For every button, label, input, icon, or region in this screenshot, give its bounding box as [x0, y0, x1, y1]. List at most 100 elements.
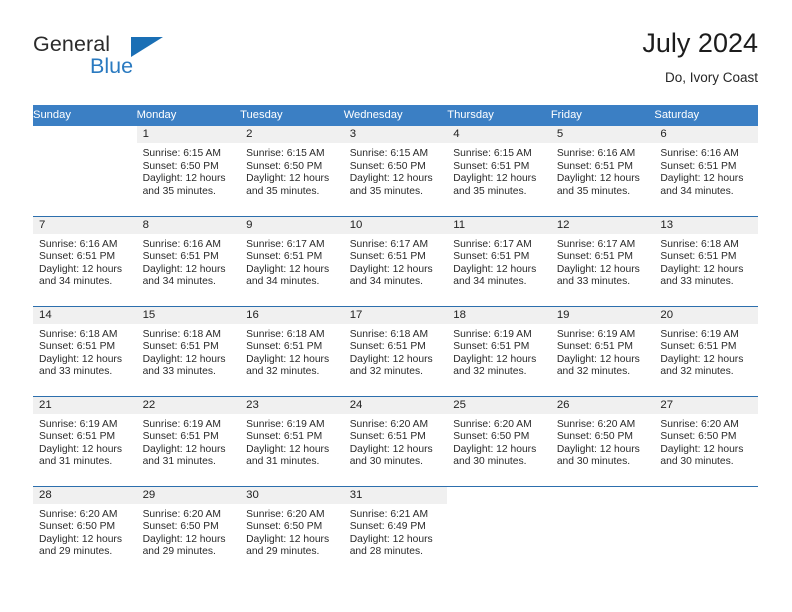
- day-details: Sunrise: 6:16 AM Sunset: 6:51 PM Daylight:…: [137, 234, 241, 289]
- weekday-header-tuesday: Tuesday: [240, 105, 344, 126]
- day-number: 1: [136, 126, 241, 143]
- sunset-text: Sunset: 6:50 PM: [246, 160, 323, 172]
- day-number: 6: [654, 126, 758, 143]
- day-cell-inner: 28 Sunrise: 6:20 AM Sunset: 6:50 PM Dayligh…: [33, 486, 137, 577]
- brand-name-blue: Blue: [90, 54, 134, 78]
- day-details: Sunrise: 6:17 AM Sunset: 6:51 PM Daylight:…: [447, 234, 551, 289]
- calendar-day-cell[interactable]: 1 Sunrise: 6:15 AM Sunset: 6:50 PM Daylight…: [136, 126, 241, 216]
- calendar-day-cell[interactable]: 9 Sunrise: 6:17 AM Sunset: 6:51 PM Daylight…: [240, 215, 344, 306]
- calendar-day-cell[interactable]: 2 Sunrise: 6:15 AM Sunset: 6:50 PM Daylight…: [240, 126, 344, 216]
- daylight-text-line2: and 33 minutes.: [39, 366, 113, 378]
- daylight-text-line1: Daylight: 12 hours: [39, 443, 122, 455]
- sunrise-text: Sunrise: 6:18 AM: [39, 328, 118, 340]
- sunrise-text: Sunrise: 6:19 AM: [246, 418, 325, 430]
- calendar-day-cell[interactable]: 6 Sunrise: 6:16 AM Sunset: 6:51 PM Daylight…: [654, 126, 758, 216]
- day-details: Sunrise: 6:20 AM Sunset: 6:50 PM Daylight:…: [654, 414, 758, 469]
- calendar-day-cell[interactable]: 20 Sunrise: 6:19 AM Sunset: 6:51 PM Dayligh…: [654, 305, 758, 396]
- calendar-day-cell[interactable]: 4 Sunrise: 6:15 AM Sunset: 6:51 PM Daylight…: [447, 126, 551, 216]
- daylight-text-line2: and 34 minutes.: [39, 276, 113, 288]
- daylight-text-line1: Daylight: 12 hours: [556, 173, 640, 185]
- calendar-day-cell[interactable]: 19 Sunrise: 6:19 AM Sunset: 6:51 PM Dayligh…: [550, 305, 655, 396]
- calendar-day-cell[interactable]: 3 Sunrise: 6:15 AM Sunset: 6:50 PM Daylight…: [343, 126, 448, 216]
- day-cell-inner: 20 Sunrise: 6:19 AM Sunset: 6:51 PM Dayligh…: [654, 306, 758, 396]
- calendar-day-cell[interactable]: 22 Sunrise: 6:19 AM Sunset: 6:51 PM Dayligh…: [136, 395, 241, 486]
- day-number: 27: [654, 396, 758, 414]
- daylight-text-line2: and 30 minutes.: [556, 456, 631, 468]
- daylight-text-line1: Daylight: 12 hours: [39, 533, 122, 545]
- sunrise-text: Sunrise: 6:19 AM: [556, 328, 636, 340]
- calendar-day-cell[interactable]: 15 Sunrise: 6:18 AM Sunset: 6:51 PM Dayligh…: [136, 305, 241, 396]
- day-cell-inner: 19 Sunrise: 6:19 AM Sunset: 6:51 PM Dayligh…: [550, 306, 655, 396]
- day-details: Sunrise: 6:16 AM Sunset: 6:51 PM Daylight:…: [33, 234, 137, 289]
- calendar-day-cell[interactable]: 12 Sunrise: 6:17 AM Sunset: 6:51 PM Dayligh…: [550, 215, 655, 306]
- calendar-day-cell[interactable]: 27 Sunrise: 6:20 AM Sunset: 6:50 PM Dayligh…: [654, 395, 758, 486]
- calendar-day-cell[interactable]: 14 Sunrise: 6:18 AM Sunset: 6:51 PM Dayligh…: [33, 305, 137, 396]
- calendar-day-cell: [33, 126, 137, 216]
- weekday-header-sunday: Sunday: [33, 105, 137, 126]
- daylight-text-line2: and 34 minutes.: [453, 276, 527, 288]
- day-cell-inner: 1 Sunrise: 6:15 AM Sunset: 6:50 PM Daylight…: [136, 126, 241, 216]
- calendar-day-cell[interactable]: 23 Sunrise: 6:19 AM Sunset: 6:51 PM Dayligh…: [240, 395, 344, 486]
- calendar-day-cell[interactable]: 25 Sunrise: 6:20 AM Sunset: 6:50 PM Dayligh…: [447, 395, 551, 486]
- daylight-text-line2: and 30 minutes.: [660, 456, 734, 468]
- sunset-text: Sunset: 6:51 PM: [660, 341, 737, 353]
- day-cell-inner: 12 Sunrise: 6:17 AM Sunset: 6:51 PM Dayligh…: [550, 216, 655, 306]
- sunset-text: Sunset: 6:51 PM: [556, 341, 633, 353]
- calendar-day-cell[interactable]: 24 Sunrise: 6:20 AM Sunset: 6:51 PM Dayligh…: [343, 395, 448, 486]
- sunset-text: Sunset: 6:51 PM: [142, 341, 219, 353]
- day-cell-inner: 26 Sunrise: 6:20 AM Sunset: 6:50 PM Dayligh…: [550, 396, 655, 486]
- day-number: 21: [33, 396, 137, 414]
- calendar-day-cell[interactable]: 8 Sunrise: 6:16 AM Sunset: 6:51 PM Daylight…: [136, 215, 241, 306]
- day-cell-inner: [550, 486, 655, 576]
- calendar-day-cell[interactable]: 18 Sunrise: 6:19 AM Sunset: 6:51 PM Dayligh…: [447, 305, 551, 396]
- sunrise-text: Sunrise: 6:20 AM: [246, 508, 325, 520]
- sunrise-text: Sunrise: 6:16 AM: [556, 148, 636, 159]
- calendar-day-cell[interactable]: 29 Sunrise: 6:20 AM Sunset: 6:50 PM Dayligh…: [136, 485, 241, 577]
- day-number: 17: [343, 306, 448, 324]
- day-number: 23: [240, 396, 344, 414]
- day-number: [654, 487, 758, 504]
- sunrise-text: Sunrise: 6:17 AM: [349, 238, 429, 250]
- calendar-day-cell[interactable]: 7 Sunrise: 6:16 AM Sunset: 6:51 PM Daylight…: [33, 215, 137, 306]
- day-details: Sunrise: 6:19 AM Sunset: 6:51 PM Daylight:…: [33, 414, 137, 469]
- calendar-day-cell[interactable]: 10 Sunrise: 6:17 AM Sunset: 6:51 PM Dayligh…: [343, 215, 448, 306]
- sunset-text: Sunset: 6:50 PM: [142, 160, 219, 172]
- calendar-day-cell: [550, 485, 655, 576]
- day-cell-inner: [654, 486, 758, 576]
- calendar-day-cell[interactable]: 17 Sunrise: 6:18 AM Sunset: 6:51 PM Dayligh…: [343, 305, 448, 396]
- sunrise-text: Sunrise: 6:15 AM: [349, 148, 429, 159]
- calendar-day-cell[interactable]: 30 Sunrise: 6:20 AM Sunset: 6:50 PM Dayligh…: [240, 485, 344, 576]
- sunset-text: Sunset: 6:51 PM: [246, 341, 323, 353]
- daylight-text-line2: and 33 minutes.: [142, 366, 216, 378]
- calendar-day-cell[interactable]: 16 Sunrise: 6:18 AM Sunset: 6:51 PM Dayligh…: [240, 305, 344, 396]
- daylight-text-line1: Daylight: 12 hours: [246, 443, 330, 455]
- calendar-day-cell[interactable]: 26 Sunrise: 6:20 AM Sunset: 6:50 PM Dayligh…: [550, 395, 655, 486]
- brand-logo[interactable]: General Blue: [33, 32, 253, 88]
- day-number: 20: [654, 306, 758, 324]
- day-cell-inner: 4 Sunrise: 6:15 AM Sunset: 6:51 PM Daylight…: [447, 126, 551, 216]
- daylight-text-line2: and 31 minutes.: [39, 456, 113, 468]
- calendar-day-cell[interactable]: 21 Sunrise: 6:19 AM Sunset: 6:51 PM Dayligh…: [33, 395, 137, 486]
- calendar-day-cell[interactable]: 31 Sunrise: 6:21 AM Sunset: 6:49 PM Dayligh…: [343, 485, 448, 576]
- sunset-text: Sunset: 6:51 PM: [39, 251, 116, 263]
- calendar-body: 1 Sunrise: 6:15 AM Sunset: 6:50 PM Daylight…: [33, 126, 758, 576]
- daylight-text-line1: Daylight: 12 hours: [349, 353, 433, 365]
- day-cell-inner: 29 Sunrise: 6:20 AM Sunset: 6:50 PM Dayligh…: [136, 486, 241, 577]
- daylight-text-line2: and 34 minutes.: [660, 185, 734, 197]
- calendar-header-row: Sunday Monday Tuesday Wednesday Thursday…: [33, 105, 758, 126]
- daylight-text-line2: and 33 minutes.: [556, 276, 631, 288]
- day-number: 4: [447, 126, 551, 143]
- daylight-text-line2: and 29 minutes.: [246, 546, 320, 558]
- calendar-day-cell[interactable]: 13 Sunrise: 6:18 AM Sunset: 6:51 PM Dayligh…: [654, 215, 758, 306]
- day-details: Sunrise: 6:18 AM Sunset: 6:51 PM Daylight:…: [137, 324, 241, 379]
- sunset-text: Sunset: 6:51 PM: [660, 251, 737, 263]
- calendar-day-cell[interactable]: 11 Sunrise: 6:17 AM Sunset: 6:51 PM Dayligh…: [447, 215, 551, 306]
- day-details: Sunrise: 6:17 AM Sunset: 6:51 PM Daylight:…: [240, 234, 344, 289]
- day-cell-inner: 27 Sunrise: 6:20 AM Sunset: 6:50 PM Dayligh…: [654, 396, 758, 486]
- day-cell-inner: 23 Sunrise: 6:19 AM Sunset: 6:51 PM Dayligh…: [240, 396, 344, 486]
- day-details: Sunrise: 6:20 AM Sunset: 6:50 PM Daylight:…: [551, 414, 655, 469]
- calendar-day-cell[interactable]: 28 Sunrise: 6:20 AM Sunset: 6:50 PM Dayligh…: [33, 485, 137, 577]
- calendar-week-row: 7 Sunrise: 6:16 AM Sunset: 6:51 PM Daylight…: [33, 215, 758, 306]
- calendar-day-cell[interactable]: 5 Sunrise: 6:16 AM Sunset: 6:51 PM Daylight…: [550, 126, 655, 216]
- weekday-header-wednesday: Wednesday: [343, 105, 448, 126]
